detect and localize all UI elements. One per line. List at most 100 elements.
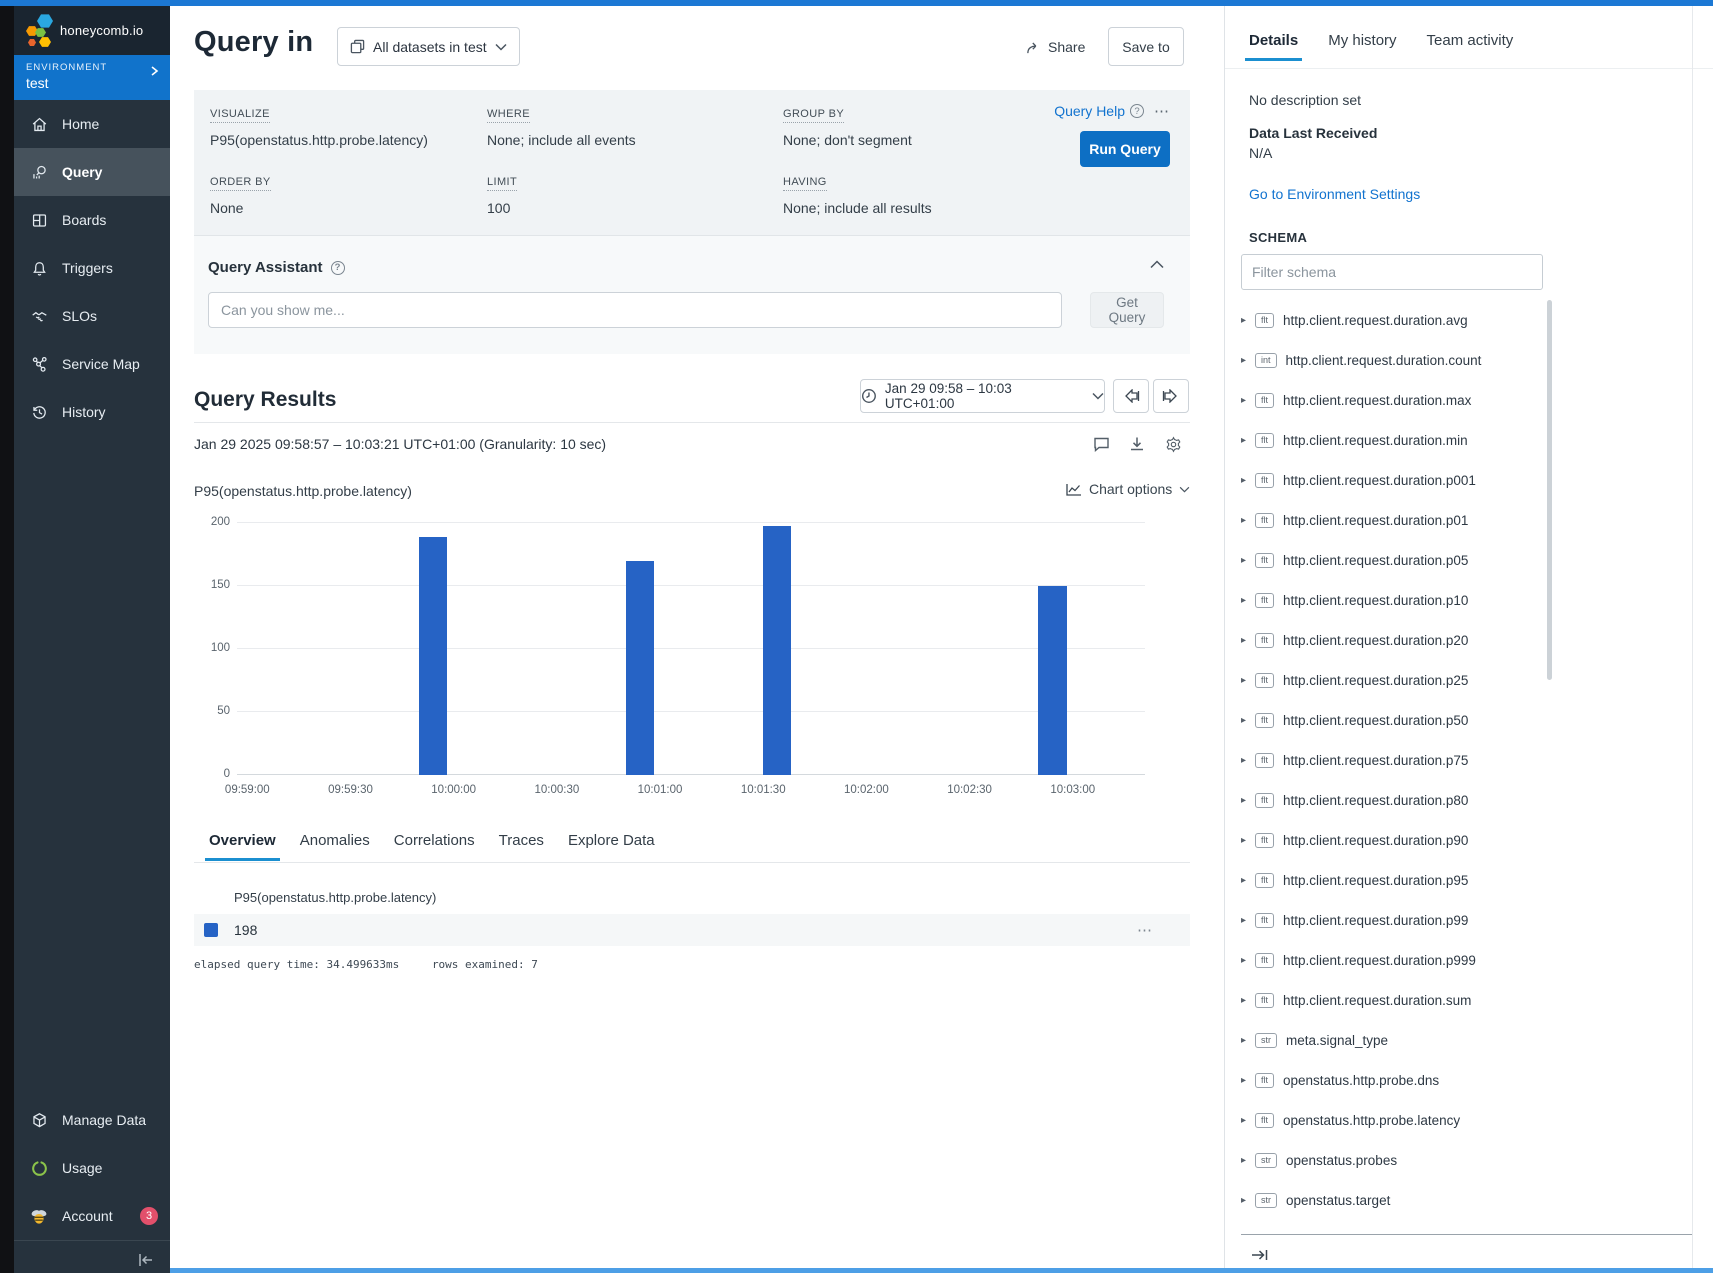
expand-triangle-icon[interactable]: ▸	[1241, 755, 1255, 766]
run-query-button[interactable]: Run Query	[1080, 131, 1170, 167]
schema-row[interactable]: ▸flthttp.client.request.duration.p10	[1241, 580, 1541, 620]
expand-triangle-icon[interactable]: ▸	[1241, 315, 1255, 326]
expand-triangle-icon[interactable]: ▸	[1241, 475, 1255, 486]
collapse-sidebar-icon[interactable]	[134, 1248, 158, 1272]
schema-row[interactable]: ▸stropenstatus.probes	[1241, 1140, 1541, 1180]
schema-row[interactable]: ▸flthttp.client.request.duration.p50	[1241, 700, 1541, 740]
schema-row[interactable]: ▸flthttp.client.request.duration.p99	[1241, 900, 1541, 940]
panel-tab-my-history[interactable]: My history	[1328, 32, 1396, 61]
environment-settings-link[interactable]: Go to Environment Settings	[1249, 186, 1420, 202]
schema-row[interactable]: ▸flthttp.client.request.duration.p20	[1241, 620, 1541, 660]
comment-icon[interactable]	[1091, 434, 1111, 454]
expand-triangle-icon[interactable]: ▸	[1241, 995, 1255, 1006]
expand-triangle-icon[interactable]: ▸	[1241, 355, 1255, 366]
schema-row[interactable]: ▸flthttp.client.request.duration.p25	[1241, 660, 1541, 700]
expand-triangle-icon[interactable]: ▸	[1241, 1195, 1255, 1206]
sidebar-item-manage-data[interactable]: Manage Data	[14, 1096, 170, 1144]
expand-triangle-icon[interactable]: ▸	[1241, 915, 1255, 926]
builder-field-group-by[interactable]: GROUP BYNone; don't segment	[783, 104, 1043, 148]
schema-row[interactable]: ▸flthttp.client.request.duration.p01	[1241, 500, 1541, 540]
tab-explore-data[interactable]: Explore Data	[568, 832, 655, 861]
schema-filter-input[interactable]	[1241, 254, 1543, 290]
expand-triangle-icon[interactable]: ▸	[1241, 635, 1255, 646]
schema-row[interactable]: ▸inthttp.client.request.duration.count	[1241, 340, 1541, 380]
brand-logo[interactable]: honeycomb.io	[14, 6, 170, 55]
schema-row[interactable]: ▸flthttp.client.request.duration.p001	[1241, 460, 1541, 500]
expand-triangle-icon[interactable]: ▸	[1241, 595, 1255, 606]
sidebar-item-boards[interactable]: Boards	[14, 196, 170, 244]
chart-bar[interactable]	[763, 526, 791, 775]
expand-triangle-icon[interactable]: ▸	[1241, 1075, 1255, 1086]
environment-switcher[interactable]: ENVIRONMENT test	[14, 55, 170, 100]
panel-tab-team-activity[interactable]: Team activity	[1427, 32, 1514, 61]
help-icon[interactable]: ?	[331, 261, 345, 275]
previous-time-window-button[interactable]	[1113, 379, 1149, 413]
next-time-window-button[interactable]	[1153, 379, 1189, 413]
schema-row[interactable]: ▸flthttp.client.request.duration.sum	[1241, 980, 1541, 1020]
summary-row[interactable]: 198 ⋯	[194, 914, 1190, 946]
scrollbar-thumb[interactable]	[1547, 300, 1552, 680]
time-range-button[interactable]: Jan 29 09:58 – 10:03 UTC+01:00	[860, 379, 1105, 413]
tab-overview[interactable]: Overview	[209, 832, 276, 861]
chart-bar[interactable]	[419, 537, 447, 775]
schema-row[interactable]: ▸flthttp.client.request.duration.min	[1241, 420, 1541, 460]
schema-row[interactable]: ▸flthttp.client.request.duration.max	[1241, 380, 1541, 420]
assistant-prompt-input[interactable]	[208, 292, 1062, 328]
sidebar-item-slos[interactable]: SLOs	[14, 292, 170, 340]
chart-bar[interactable]	[626, 561, 654, 775]
sidebar-item-service-map[interactable]: Service Map	[14, 340, 170, 388]
schema-row[interactable]: ▸flthttp.client.request.duration.p75	[1241, 740, 1541, 780]
expand-triangle-icon[interactable]: ▸	[1241, 955, 1255, 966]
builder-field-where[interactable]: WHERENone; include all events	[487, 104, 783, 148]
schema-row[interactable]: ▸stropenstatus.target	[1241, 1180, 1541, 1220]
sidebar-item-account[interactable]: Account3	[14, 1192, 170, 1240]
schema-row[interactable]: ▸flthttp.client.request.duration.p999	[1241, 940, 1541, 980]
tab-traces[interactable]: Traces	[499, 832, 544, 861]
expand-triangle-icon[interactable]: ▸	[1241, 515, 1255, 526]
collapse-panel-icon[interactable]	[1247, 1242, 1273, 1268]
expand-triangle-icon[interactable]: ▸	[1241, 1035, 1255, 1046]
sidebar-item-history[interactable]: History	[14, 388, 170, 436]
sidebar-item-query[interactable]: Query	[14, 148, 170, 196]
sidebar-item-triggers[interactable]: Triggers	[14, 244, 170, 292]
expand-triangle-icon[interactable]: ▸	[1241, 715, 1255, 726]
expand-triangle-icon[interactable]: ▸	[1241, 875, 1255, 886]
schema-row[interactable]: ▸strmeta.signal_type	[1241, 1020, 1541, 1060]
download-icon[interactable]	[1127, 434, 1147, 454]
expand-triangle-icon[interactable]: ▸	[1241, 835, 1255, 846]
expand-triangle-icon[interactable]: ▸	[1241, 395, 1255, 406]
expand-triangle-icon[interactable]: ▸	[1241, 435, 1255, 446]
tab-anomalies[interactable]: Anomalies	[300, 832, 370, 861]
schema-row[interactable]: ▸fltopenstatus.http.probe.latency	[1241, 1100, 1541, 1140]
schema-row[interactable]: ▸flthttp.client.request.duration.p80	[1241, 780, 1541, 820]
tab-correlations[interactable]: Correlations	[394, 832, 475, 861]
expand-triangle-icon[interactable]: ▸	[1241, 675, 1255, 686]
expand-triangle-icon[interactable]: ▸	[1241, 555, 1255, 566]
schema-row[interactable]: ▸flthttp.client.request.duration.p90	[1241, 820, 1541, 860]
schema-row[interactable]: ▸flthttp.client.request.duration.avg	[1241, 300, 1541, 340]
sidebar-item-usage[interactable]: Usage	[14, 1144, 170, 1192]
row-menu-icon[interactable]: ⋯	[1137, 921, 1152, 939]
save-to-button[interactable]: Save to	[1108, 27, 1184, 66]
query-help-link[interactable]: Query Help ?	[1054, 103, 1144, 119]
chevron-up-icon[interactable]	[1150, 260, 1164, 269]
chart-bar[interactable]	[1038, 586, 1066, 775]
builder-field-having[interactable]: HAVINGNone; include all results	[783, 172, 1043, 216]
overflow-menu-icon[interactable]: ⋯	[1154, 102, 1170, 120]
get-query-button[interactable]: Get Query	[1090, 292, 1164, 328]
settings-gear-icon[interactable]	[1163, 434, 1183, 454]
expand-triangle-icon[interactable]: ▸	[1241, 1115, 1255, 1126]
chart-options-button[interactable]: Chart options	[1066, 481, 1190, 497]
builder-field-limit[interactable]: LIMIT100	[487, 172, 783, 216]
builder-field-order-by[interactable]: ORDER BYNone	[210, 172, 487, 216]
schema-row[interactable]: ▸fltopenstatus.http.probe.dns	[1241, 1060, 1541, 1100]
expand-triangle-icon[interactable]: ▸	[1241, 1155, 1255, 1166]
dataset-selector-button[interactable]: All datasets in test	[337, 27, 520, 66]
panel-tab-details[interactable]: Details	[1249, 32, 1298, 61]
expand-triangle-icon[interactable]: ▸	[1241, 795, 1255, 806]
share-button[interactable]: Share	[1025, 35, 1085, 59]
schema-row[interactable]: ▸flthttp.client.request.duration.p05	[1241, 540, 1541, 580]
sidebar-item-home[interactable]: Home	[14, 100, 170, 148]
schema-row[interactable]: ▸flthttp.client.request.duration.p95	[1241, 860, 1541, 900]
builder-field-visualize[interactable]: VISUALIZEP95(openstatus.http.probe.laten…	[210, 104, 487, 148]
